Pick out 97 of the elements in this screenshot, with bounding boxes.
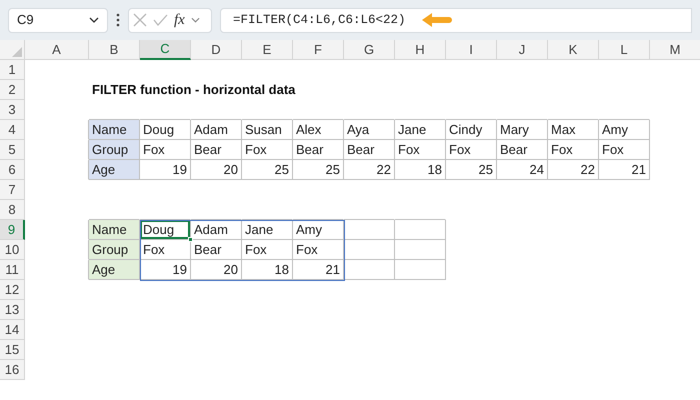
row-label: Group (89, 140, 140, 160)
column-header[interactable]: H (395, 40, 446, 60)
row-header[interactable]: 13 (0, 300, 25, 320)
row-header[interactable]: 11 (0, 260, 25, 280)
row-header[interactable]: 4 (0, 120, 25, 140)
table-cell: Susan (242, 120, 293, 140)
name-box[interactable]: C9 (8, 8, 108, 32)
table-cell: 22 (344, 160, 395, 180)
table-cell: Fox (293, 240, 344, 260)
row-header[interactable]: 15 (0, 340, 25, 360)
table-cell: Fox (599, 140, 650, 160)
formula-field[interactable]: =FILTER(C4:L6,C6:L6<22) (220, 8, 692, 32)
column-header[interactable]: I (446, 40, 497, 60)
table-cell: 20 (191, 260, 242, 280)
table-cell: Mary (497, 120, 548, 140)
row-label: Name (89, 120, 140, 140)
row-header[interactable]: 12 (0, 280, 25, 300)
table-cell: Amy (599, 120, 650, 140)
row-header[interactable]: 7 (0, 180, 25, 200)
column-header[interactable]: D (191, 40, 242, 60)
row-header[interactable]: 2 (0, 80, 25, 100)
more-icon[interactable] (116, 13, 120, 27)
row-header[interactable]: 9 (0, 220, 25, 240)
table-cell: Bear (191, 240, 242, 260)
table-cell: Max (548, 120, 599, 140)
column-header[interactable]: F (293, 40, 344, 60)
row-header[interactable]: 16 (0, 360, 25, 380)
table-cell: Aya (344, 120, 395, 140)
table-cell: Fox (140, 140, 191, 160)
column-header[interactable]: J (497, 40, 548, 60)
column-header[interactable]: C (140, 40, 191, 60)
table-cell: 19 (140, 260, 191, 280)
row-label: Age (89, 160, 140, 180)
row-header[interactable]: 5 (0, 140, 25, 160)
table-cell: 19 (140, 160, 191, 180)
row-label: Name (89, 220, 140, 240)
table-cell: Amy (293, 220, 344, 240)
table-cell: Bear (497, 140, 548, 160)
table-cell: 21 (599, 160, 650, 180)
table-cell: Fox (395, 140, 446, 160)
table-cell: Bear (191, 140, 242, 160)
row-label: Group (89, 240, 140, 260)
empty-cell[interactable] (344, 240, 395, 260)
table-cell: Bear (293, 140, 344, 160)
row-header[interactable]: 6 (0, 160, 25, 180)
chevron-down-icon (89, 17, 99, 23)
table-cell: 20 (191, 160, 242, 180)
fill-handle[interactable] (188, 237, 193, 242)
column-header[interactable]: A (25, 40, 89, 60)
table-cell: Jane (395, 120, 446, 140)
table-cell: 22 (548, 160, 599, 180)
empty-cell[interactable] (395, 240, 446, 260)
table-cell: 25 (293, 160, 344, 180)
table-cell: 24 (497, 160, 548, 180)
column-header[interactable]: L (599, 40, 650, 60)
column-header[interactable]: M (650, 40, 700, 60)
table-cell: Jane (242, 220, 293, 240)
table-cell: 18 (242, 260, 293, 280)
table-cell: Fox (446, 140, 497, 160)
table-cell: 21 (293, 260, 344, 280)
table-cell: Fox (140, 240, 191, 260)
select-all-icon[interactable] (12, 47, 22, 57)
table-cell: Adam (191, 120, 242, 140)
table-cell: 25 (242, 160, 293, 180)
column-header[interactable]: B (89, 40, 140, 60)
row-header[interactable]: 10 (0, 240, 25, 260)
row-label: Age (89, 260, 140, 280)
table-cell: Doug (140, 220, 191, 240)
empty-cell[interactable] (395, 260, 446, 280)
table-cell: Bear (344, 140, 395, 160)
table-cell: Fox (242, 240, 293, 260)
column-header[interactable]: E (242, 40, 293, 60)
column-header[interactable]: G (344, 40, 395, 60)
column-header[interactable]: K (548, 40, 599, 60)
row-header[interactable]: 1 (0, 60, 25, 80)
table-cell: Doug (140, 120, 191, 140)
chevron-down-icon[interactable] (190, 17, 200, 23)
insert-function-button[interactable]: fx (174, 8, 185, 32)
close-icon[interactable] (133, 13, 147, 27)
table-cell: 25 (446, 160, 497, 180)
table-cell: Fox (548, 140, 599, 160)
row-header[interactable]: 14 (0, 320, 25, 340)
table-cell: Alex (293, 120, 344, 140)
cell-reference: C9 (17, 11, 34, 30)
empty-cell[interactable] (344, 260, 395, 280)
arrow-left-icon (422, 13, 452, 27)
row-header[interactable]: 3 (0, 100, 25, 120)
table-cell: Adam (191, 220, 242, 240)
table-cell: Fox (242, 140, 293, 160)
table-cell: 18 (395, 160, 446, 180)
table-cell: Cindy (446, 120, 497, 140)
empty-cell[interactable] (344, 220, 395, 240)
check-icon[interactable] (153, 14, 168, 26)
empty-cell[interactable] (395, 220, 446, 240)
formula-text: =FILTER(C4:L6,C6:L6<22) (233, 12, 406, 29)
row-header[interactable]: 8 (0, 200, 25, 220)
sheet-title: FILTER function - horizontal data (92, 81, 296, 99)
